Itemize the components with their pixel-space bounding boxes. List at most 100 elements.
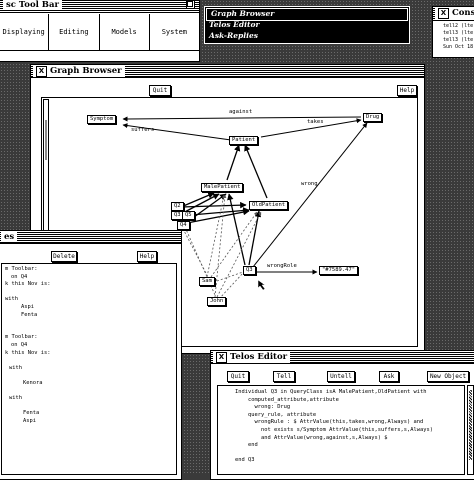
node-sam[interactable]: Sam xyxy=(199,277,215,286)
code-line: not exists s/Symptom AttrValue(this,suff… xyxy=(235,426,433,433)
node-drug[interactable]: Drug xyxy=(363,113,383,122)
console-title: Conso xyxy=(452,8,474,18)
console-titlebar[interactable]: XConso xyxy=(433,7,474,21)
console-line-4: Sun Oct 18 xyxy=(443,44,474,50)
console-window: XConso tell2 (lte tell3 (lte tell3 (lte … xyxy=(432,6,474,58)
menu-displaying-label: Displaying xyxy=(2,28,45,36)
edge-sam-male xyxy=(206,194,225,278)
edge-john-old xyxy=(216,211,262,298)
code-line: end xyxy=(235,442,258,449)
menu-models-label: Models xyxy=(111,28,137,36)
reply-line xyxy=(5,289,50,297)
edge-q3b-old xyxy=(248,210,262,266)
node-old-patient[interactable]: OldPatient xyxy=(249,201,289,210)
code-line: wrong: Drug xyxy=(235,404,291,411)
menu-item-ask-replies[interactable]: Ask-Replies xyxy=(209,31,258,41)
telos-editor-titlebar[interactable]: X Telos Editor xyxy=(211,351,474,364)
ask-button[interactable]: Ask xyxy=(379,371,399,382)
reply-line xyxy=(5,403,50,411)
reply-line: Aspi xyxy=(23,417,36,424)
toolbar-menu-row: Displaying Editing Models System xyxy=(0,14,199,51)
telos-editor-window: X Telos Editor Quit Tell Untell Ask New O… xyxy=(210,350,474,480)
console-line-3: tell3 (lte xyxy=(443,37,474,43)
reply-line: with xyxy=(9,364,22,371)
edge-john-male xyxy=(214,194,227,298)
telos-editor-title: Telos Editor xyxy=(230,352,288,362)
console-line-1: tell2 (lte xyxy=(443,23,474,29)
reply-line xyxy=(5,388,50,396)
tell-button[interactable]: Tell xyxy=(273,371,295,382)
console-line-2: tell3 (lte xyxy=(443,30,474,36)
close-icon[interactable]: X xyxy=(438,8,449,19)
reply-line xyxy=(5,319,50,327)
edge-old-patient xyxy=(244,144,268,199)
label-against: against xyxy=(229,109,253,115)
menu-system-label: System xyxy=(161,28,188,36)
menu-editing-label: Editing xyxy=(59,28,89,36)
code-line: and AttrValue(wrong,against,s,Always) $ xyxy=(235,434,388,441)
edge-male-patient xyxy=(226,144,241,181)
menu-models[interactable]: Models xyxy=(100,14,150,50)
quit-button-editor[interactable]: Quit xyxy=(227,371,249,382)
menu-item-telos-editor[interactable]: Telos Editor xyxy=(209,20,259,30)
reply-line: Aspi xyxy=(21,303,34,310)
label-wrong: wrong xyxy=(301,181,318,187)
node-q3-selected[interactable]: Q3 xyxy=(243,266,256,275)
ask-replies-title: es xyxy=(1,232,18,242)
edge-q2-old xyxy=(180,201,247,209)
menu-system[interactable]: System xyxy=(150,14,199,50)
node-value[interactable]: "#7589.47" xyxy=(319,266,359,275)
edge-wrong xyxy=(252,122,368,268)
reply-line: m Toolbar: xyxy=(5,334,38,341)
ask-replies-lines: m Toolbar: on Q4 k this Nov is: with Asp… xyxy=(5,266,50,425)
delete-button[interactable]: Delete xyxy=(51,251,77,262)
graph-browser-label: Graph Browser xyxy=(211,9,275,18)
code-line: wrongRule : $ AttrValue(this,takes,wrong… xyxy=(235,419,424,426)
menu-displaying[interactable]: Displaying xyxy=(0,14,50,50)
untell-button[interactable]: Untell xyxy=(327,371,355,382)
editor-lines: Individual Q3 in QueryClass isA MalePati… xyxy=(235,389,433,465)
toolbar-window: sc Tool Bar Displaying Editing Models Sy… xyxy=(0,0,200,62)
menu-editing[interactable]: Editing xyxy=(49,14,100,50)
reply-line: with xyxy=(9,395,22,402)
reply-line: Fenta xyxy=(21,311,38,318)
reply-line xyxy=(5,357,50,365)
new-object-button[interactable]: New Object xyxy=(427,371,469,382)
node-q4[interactable]: Q4 xyxy=(177,221,190,230)
ask-replies-window: es Delete Help m Toolbar: on Q4 k this N… xyxy=(0,230,182,480)
edge-sam-q3 xyxy=(216,271,244,282)
close-icon[interactable]: X xyxy=(216,352,227,363)
reply-line: with xyxy=(5,296,18,303)
node-john[interactable]: John xyxy=(207,297,227,306)
reply-line: m Toolbar: xyxy=(5,266,38,272)
reply-line xyxy=(5,327,50,335)
app-menu: Graph Browser Telos Editor Ask-Replies xyxy=(204,6,410,44)
code-line: end Q3 xyxy=(235,457,255,464)
node-symptom[interactable]: Symptom xyxy=(87,115,117,124)
reply-line: on Q4 xyxy=(11,341,28,348)
editor-scroll-thumb[interactable] xyxy=(469,390,472,460)
reply-line: k this Nov is: xyxy=(5,349,51,356)
node-male-patient[interactable]: MalePatient xyxy=(201,183,244,192)
reply-line: Kenora xyxy=(23,379,43,386)
reply-line: Fenta xyxy=(23,410,40,417)
mouse-pointer-icon xyxy=(257,279,266,291)
edge-against xyxy=(122,116,362,122)
code-line: computed_attribute,attribute xyxy=(235,396,339,403)
reply-line xyxy=(5,372,50,380)
code-line: Individual Q3 in QueryClass isA MalePati… xyxy=(235,389,427,395)
node-q2[interactable]: Q2 xyxy=(171,202,184,211)
node-patient[interactable]: Patient xyxy=(229,136,259,145)
ask-replies-titlebar[interactable]: es xyxy=(0,231,181,244)
toolbar-title: sc Tool Bar xyxy=(3,0,62,10)
editor-vertical-scrollbar[interactable] xyxy=(467,385,474,475)
reply-line: on Q4 xyxy=(11,273,28,280)
toolbar-titlebar[interactable]: sc Tool Bar xyxy=(0,0,199,13)
node-q5[interactable]: Q5 xyxy=(182,211,195,220)
resize-icon[interactable] xyxy=(186,0,195,9)
label-takes: takes xyxy=(307,119,324,125)
code-line: query_rule, attribute xyxy=(235,411,317,418)
label-wrong-role: wrongRole xyxy=(267,263,297,269)
help-button-ask[interactable]: Help xyxy=(137,251,157,262)
